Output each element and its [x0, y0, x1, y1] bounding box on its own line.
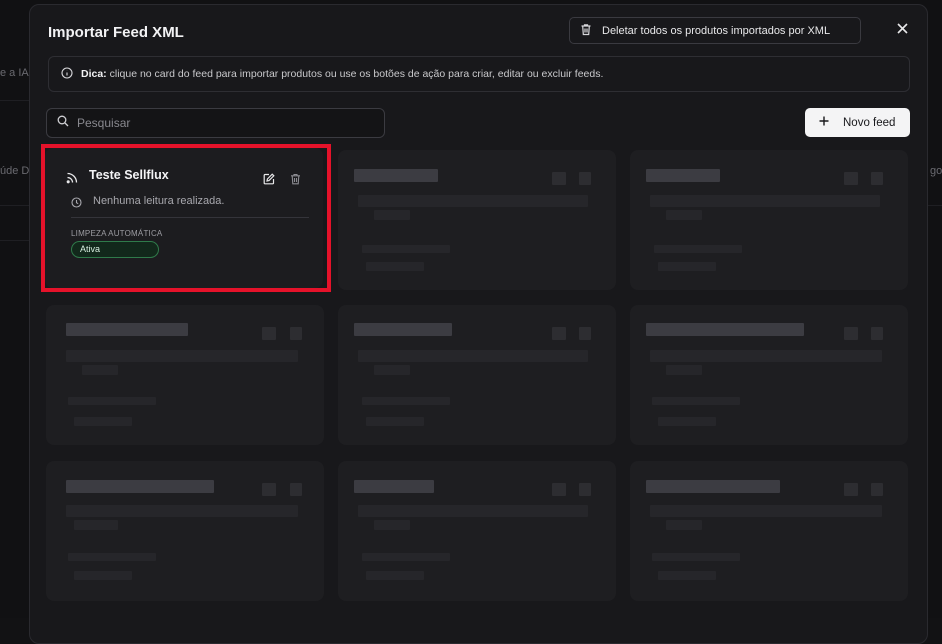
- blurred-content: [646, 323, 804, 336]
- blurred-content: [871, 483, 883, 496]
- blurred-content: [354, 323, 452, 336]
- blurred-content: [871, 327, 883, 340]
- blurred-content: [74, 520, 118, 530]
- blurred-content: [362, 397, 450, 405]
- divider: [0, 205, 29, 206]
- blurred-content: [579, 172, 591, 185]
- blurred-content: [658, 417, 716, 426]
- blurred-content: [652, 553, 740, 561]
- tip-text: Dica: clique no card do feed para import…: [81, 68, 603, 80]
- new-feed-label: Novo feed: [843, 116, 896, 129]
- blurred-content: [68, 397, 156, 405]
- blurred-content: [362, 245, 450, 253]
- blurred-content: [652, 397, 740, 405]
- blurred-content: [666, 520, 702, 530]
- blurred-content: [366, 262, 424, 271]
- blurred-content: [66, 323, 188, 336]
- info-icon: [61, 66, 73, 82]
- tip-banner: Dica: clique no card do feed para import…: [48, 56, 910, 92]
- close-icon: [896, 21, 908, 39]
- blurred-content: [358, 195, 588, 207]
- blurred-content: [290, 327, 302, 340]
- search-input[interactable]: [77, 116, 367, 130]
- divider: [0, 100, 29, 101]
- background-text: e a IA: [0, 67, 29, 79]
- blurred-content: [658, 262, 716, 271]
- delete-all-xml-products-button[interactable]: Deletar todos os produtos importados por…: [569, 17, 861, 44]
- blurred-content: [552, 327, 566, 340]
- blurred-content: [262, 483, 276, 496]
- blurred-content: [374, 520, 410, 530]
- blurred-content: [82, 365, 118, 375]
- blurred-content: [358, 350, 588, 362]
- blurred-content: [262, 327, 276, 340]
- blurred-content: [374, 365, 410, 375]
- blurred-content: [74, 417, 132, 426]
- blurred-content: [844, 327, 858, 340]
- blurred-content: [579, 327, 591, 340]
- feed-card[interactable]: [630, 150, 908, 290]
- divider: [928, 205, 942, 206]
- blurred-content: [658, 571, 716, 580]
- delete-icon: [580, 23, 592, 39]
- blurred-content: [374, 210, 410, 220]
- blurred-content: [552, 483, 566, 496]
- blurred-content: [552, 172, 566, 185]
- plus-icon: [819, 116, 829, 129]
- blurred-content: [66, 505, 298, 517]
- blurred-content: [354, 480, 434, 493]
- blurred-content: [646, 169, 720, 182]
- blurred-content: [650, 505, 882, 517]
- blurred-content: [650, 195, 880, 207]
- tip-body: clique no card do feed para importar pro…: [106, 68, 604, 80]
- modal-title: Importar Feed XML: [48, 24, 184, 41]
- feed-card[interactable]: [338, 150, 616, 290]
- blurred-content: [66, 350, 298, 362]
- blurred-content: [366, 571, 424, 580]
- blurred-content: [290, 483, 302, 496]
- blurred-content: [362, 553, 450, 561]
- feed-card[interactable]: [338, 461, 616, 601]
- feed-card[interactable]: [630, 305, 908, 445]
- blurred-content: [666, 210, 702, 220]
- blurred-content: [844, 172, 858, 185]
- blurred-content: [666, 365, 702, 375]
- blurred-content: [844, 483, 858, 496]
- new-feed-button[interactable]: Novo feed: [805, 108, 910, 137]
- feed-card[interactable]: [46, 305, 324, 445]
- delete-all-label: Deletar todos os produtos importados por…: [602, 24, 831, 37]
- blurred-content: [74, 571, 132, 580]
- blurred-content: [358, 505, 588, 517]
- search-icon: [57, 114, 69, 132]
- blurred-content: [654, 245, 742, 253]
- blurred-content: [68, 553, 156, 561]
- blurred-content: [871, 172, 883, 185]
- search-field[interactable]: [46, 108, 385, 138]
- background-text: go: [930, 165, 942, 177]
- highlight-box: [41, 144, 331, 292]
- close-modal-button[interactable]: [892, 20, 912, 40]
- blurred-content: [366, 417, 424, 426]
- tip-prefix: Dica:: [81, 68, 107, 80]
- feed-card[interactable]: [338, 305, 616, 445]
- feed-card[interactable]: [630, 461, 908, 601]
- blurred-content: [354, 169, 438, 182]
- blurred-content: [579, 483, 591, 496]
- divider: [0, 240, 29, 241]
- background-text: úde D: [0, 165, 30, 177]
- blurred-content: [646, 480, 780, 493]
- blurred-content: [650, 350, 882, 362]
- feed-card[interactable]: [46, 461, 324, 601]
- blurred-content: [66, 480, 214, 493]
